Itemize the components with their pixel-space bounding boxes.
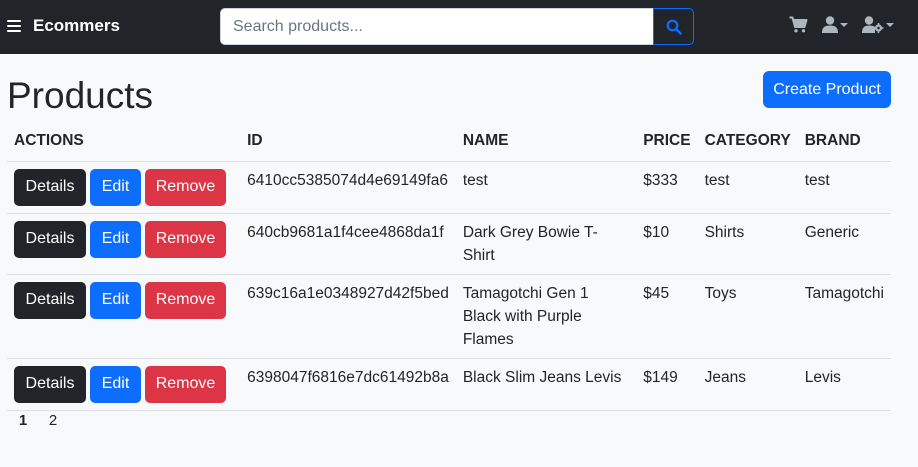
- remove-button[interactable]: Remove: [145, 365, 226, 403]
- product-name: Black Slim Jeans Levis: [455, 358, 637, 411]
- details-button[interactable]: Details: [14, 168, 86, 206]
- page-link-2[interactable]: 2: [38, 404, 68, 436]
- search-input[interactable]: [220, 8, 654, 45]
- pagination: 1 2: [8, 404, 68, 436]
- row-actions: Details Edit Remove: [7, 213, 241, 275]
- edit-button[interactable]: Edit: [90, 281, 141, 319]
- remove-button[interactable]: Remove: [145, 168, 226, 206]
- product-price: $45: [636, 274, 698, 359]
- product-price: $333: [636, 161, 698, 214]
- table-row: Details Edit Remove 6410cc5385074d4e69149f…: [7, 161, 891, 214]
- product-category: Jeans: [697, 358, 798, 411]
- column-header-id: ID: [240, 122, 456, 162]
- row-actions: Details Edit Remove: [7, 274, 241, 359]
- product-category: Toys: [697, 274, 798, 359]
- table-row: Details Edit Remove 6398047f6816e7dc61492b…: [7, 358, 891, 411]
- product-brand: Levis: [797, 358, 891, 411]
- product-name: test: [455, 161, 637, 214]
- edit-button[interactable]: Edit: [90, 365, 141, 403]
- chevron-down-icon: [886, 22, 894, 27]
- admin-menu[interactable]: [862, 16, 894, 33]
- details-button[interactable]: Details: [14, 220, 86, 258]
- remove-button[interactable]: Remove: [145, 281, 226, 319]
- row-actions: Details Edit Remove: [7, 161, 241, 214]
- create-product-button[interactable]: Create Product: [763, 71, 891, 108]
- product-category: Shirts: [697, 213, 798, 275]
- column-header-category: CATEGORY: [697, 122, 798, 162]
- table-row: Details Edit Remove 639c16a1e0348927d42f5b…: [7, 274, 891, 359]
- product-brand: Tamagotchi: [797, 274, 891, 359]
- column-header-price: PRICE: [636, 122, 698, 162]
- table-header-row: ACTIONS ID NAME PRICE CATEGORY BRAND: [7, 122, 891, 162]
- edit-button[interactable]: Edit: [90, 220, 141, 258]
- product-brand: Generic: [797, 213, 891, 275]
- cart-icon: [789, 16, 808, 33]
- product-id: 639c16a1e0348927d42f5bed: [240, 274, 456, 359]
- details-button[interactable]: Details: [14, 365, 86, 403]
- product-price: $149: [636, 358, 698, 411]
- column-header-brand: BRAND: [797, 122, 891, 162]
- user-menu[interactable]: [822, 16, 848, 33]
- chevron-down-icon: [840, 22, 848, 27]
- edit-button[interactable]: Edit: [90, 168, 141, 206]
- cart-button[interactable]: [789, 16, 808, 33]
- products-table: ACTIONS ID NAME PRICE CATEGORY BRAND Det…: [7, 122, 891, 411]
- details-button[interactable]: Details: [14, 281, 86, 319]
- product-brand: test: [797, 161, 891, 214]
- page-link-1[interactable]: 1: [8, 404, 38, 436]
- page-title: Products: [7, 75, 154, 116]
- user-icon: [822, 16, 838, 33]
- search-icon: [666, 19, 682, 35]
- product-price: $10: [636, 213, 698, 275]
- remove-button[interactable]: Remove: [145, 220, 226, 258]
- brand-logo[interactable]: Ecommers: [33, 15, 120, 37]
- product-name: Tamagotchi Gen 1 Black with Purple Flame…: [455, 274, 637, 359]
- product-id: 6410cc5385074d4e69149fa6: [240, 161, 456, 214]
- product-name: Dark Grey Bowie T-Shirt: [455, 213, 637, 275]
- column-header-actions: ACTIONS: [7, 122, 241, 162]
- search-button[interactable]: [653, 8, 694, 45]
- product-category: test: [697, 161, 798, 214]
- menu-icon[interactable]: [7, 20, 21, 32]
- user-gear-icon: [862, 16, 884, 33]
- navbar: Ecommers: [0, 0, 918, 54]
- product-id: 640cb9681a1f4cee4868da1f: [240, 213, 456, 275]
- column-header-name: NAME: [455, 122, 637, 162]
- row-actions: Details Edit Remove: [7, 358, 241, 411]
- product-id: 6398047f6816e7dc61492b8a: [240, 358, 456, 411]
- table-row: Details Edit Remove 640cb9681a1f4cee4868da…: [7, 213, 891, 275]
